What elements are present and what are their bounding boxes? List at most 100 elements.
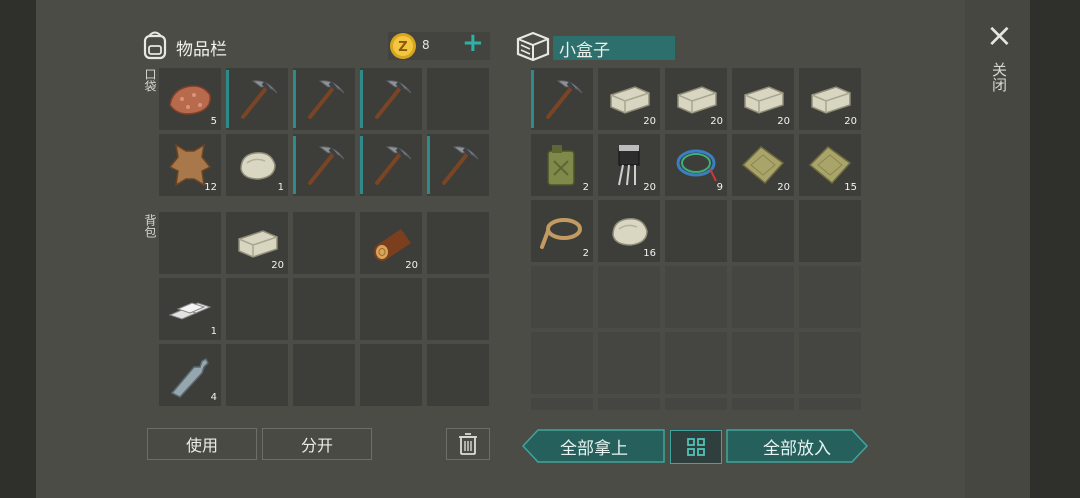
box-slot[interactable]: 2: [531, 134, 593, 196]
box-slot-locked: [598, 266, 660, 328]
backpack-slot[interactable]: 1: [159, 278, 221, 340]
pocket-slot[interactable]: [360, 134, 422, 196]
pickaxe-icon: [442, 146, 479, 185]
item-count: 2: [582, 182, 589, 193]
box-slot[interactable]: [799, 200, 861, 262]
put-all-label: 全部放入: [763, 438, 831, 459]
box-slot[interactable]: 20: [598, 134, 660, 196]
coin-icon: Z: [390, 33, 416, 59]
durability-bar: [427, 136, 430, 194]
backpack-slot[interactable]: [360, 344, 422, 406]
pocket-slot[interactable]: [293, 68, 355, 130]
pocket-slot[interactable]: 1: [226, 134, 288, 196]
backpack-slot[interactable]: [427, 344, 489, 406]
box-slot[interactable]: 15: [799, 134, 861, 196]
box-icon: [515, 30, 551, 66]
item-count: 20: [643, 182, 656, 193]
box-slot[interactable]: 16: [598, 200, 660, 262]
add-coins-button[interactable]: +: [462, 28, 484, 58]
grid-icon: [687, 438, 705, 456]
jerrycan-icon: [547, 145, 575, 186]
close-button[interactable]: × 关闭: [983, 18, 1015, 108]
rope-icon: [540, 218, 582, 249]
item-count: 1: [277, 182, 284, 193]
item-count: 1: [210, 326, 217, 337]
pickaxe-icon: [308, 146, 345, 185]
grid-sort-button[interactable]: [670, 430, 722, 464]
backpack-slot[interactable]: [159, 212, 221, 274]
container-name-field[interactable]: 小盒子: [553, 36, 675, 61]
backpack-slot[interactable]: 20: [360, 212, 422, 274]
pocket-label: 口袋: [143, 68, 157, 92]
backpack-slot[interactable]: [427, 212, 489, 274]
backpack-slot[interactable]: 4: [159, 344, 221, 406]
item-count: 4: [210, 392, 217, 403]
box-slot-locked: [732, 332, 794, 394]
item-count: 2: [582, 248, 589, 259]
pocket-slot[interactable]: [427, 68, 489, 130]
box-slot-locked: [531, 332, 593, 394]
split-button[interactable]: 分开: [262, 428, 372, 460]
coin-bar: Z 8 +: [388, 28, 490, 60]
item-count: 12: [204, 182, 217, 193]
box-slot-locked: [665, 266, 727, 328]
trash-icon: [459, 433, 477, 455]
box-slot[interactable]: 20: [732, 134, 794, 196]
put-all-button[interactable]: 全部放入: [726, 429, 868, 463]
pocket-slot[interactable]: [226, 68, 288, 130]
backpack-slot[interactable]: [293, 212, 355, 274]
close-icon: ×: [986, 16, 1013, 54]
box-slot-locked: [665, 398, 727, 410]
box-slot[interactable]: 2: [531, 200, 593, 262]
box-slot[interactable]: 9: [665, 134, 727, 196]
box-slot-locked: [799, 266, 861, 328]
take-all-button[interactable]: 全部拿上: [522, 429, 666, 463]
pickaxe-icon: [546, 80, 583, 119]
pocket-slot[interactable]: 5: [159, 68, 221, 130]
backpack-slot[interactable]: [293, 278, 355, 340]
screen-edge-left: [0, 0, 36, 498]
pickaxe-icon: [308, 80, 345, 119]
item-count: 20: [405, 260, 418, 271]
box-slot[interactable]: [665, 200, 727, 262]
pocket-slot[interactable]: [360, 68, 422, 130]
pocket-slot[interactable]: 12: [159, 134, 221, 196]
bottle-icon: [170, 357, 209, 398]
box-slot-locked: [732, 266, 794, 328]
box-slot[interactable]: 20: [799, 68, 861, 130]
box-slot[interactable]: [732, 200, 794, 262]
box-slot[interactable]: 20: [665, 68, 727, 130]
backpack-slot[interactable]: [226, 278, 288, 340]
item-count: 20: [777, 182, 790, 193]
box-slot-locked: [665, 332, 727, 394]
trash-button[interactable]: [446, 428, 490, 460]
pickaxe-icon: [375, 80, 412, 119]
backpack-icon: [140, 28, 170, 66]
coin-count: 8: [422, 38, 430, 52]
item-count: 16: [643, 248, 656, 259]
box-slot-locked: [598, 398, 660, 410]
backpack-slot[interactable]: [226, 344, 288, 406]
backpack-slot[interactable]: [360, 278, 422, 340]
pocket-slot[interactable]: [293, 134, 355, 196]
backpack-slot[interactable]: [427, 278, 489, 340]
screen-edge-right: [1030, 0, 1080, 498]
pickaxe-icon: [375, 146, 412, 185]
pocket-slot[interactable]: [427, 134, 489, 196]
inventory-header: 物品栏: [140, 28, 227, 66]
backpack-slot[interactable]: 20: [226, 212, 288, 274]
box-slot-locked: [799, 332, 861, 394]
box-slot[interactable]: [531, 68, 593, 130]
backpack-slot[interactable]: [293, 344, 355, 406]
box-slot-locked: [531, 398, 593, 410]
pickaxe-icon: [241, 80, 278, 119]
item-count: 20: [643, 116, 656, 127]
take-all-label: 全部拿上: [560, 438, 628, 459]
durability-bar: [360, 70, 363, 128]
durability-bar: [531, 70, 534, 128]
durability-bar: [360, 136, 363, 194]
box-slot[interactable]: 20: [598, 68, 660, 130]
use-button[interactable]: 使用: [147, 428, 257, 460]
iron-bars-icon: [168, 302, 212, 320]
box-slot[interactable]: 20: [732, 68, 794, 130]
